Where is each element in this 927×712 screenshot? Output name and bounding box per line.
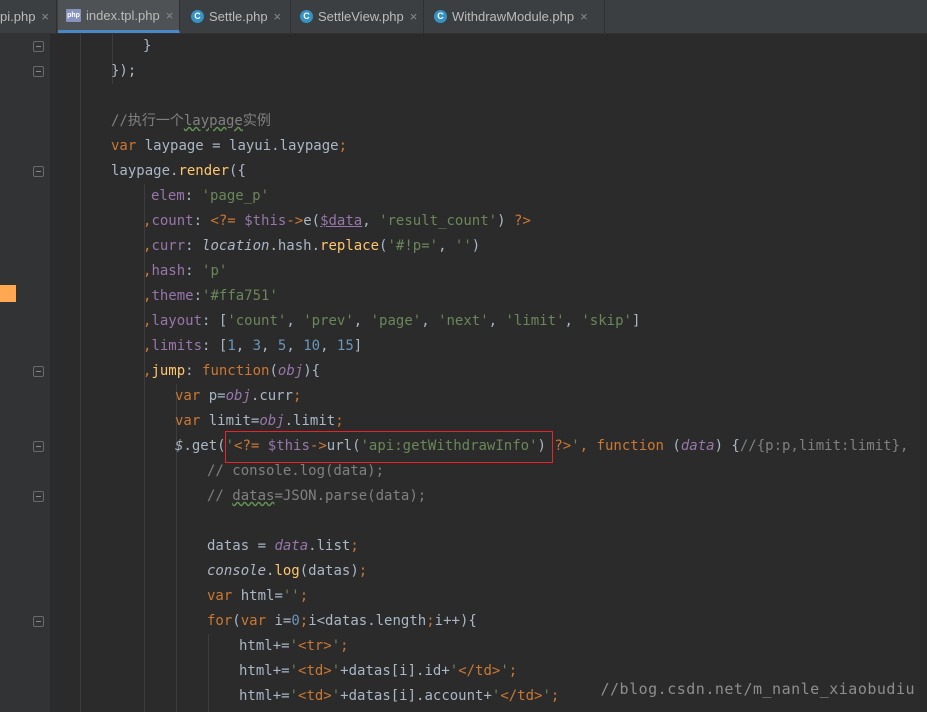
highlight-box bbox=[225, 431, 553, 463]
fold-marker[interactable] bbox=[33, 491, 44, 502]
bookmark-marker[interactable] bbox=[0, 285, 16, 302]
code-line: for(var i=0;i<datas.length;i++){ bbox=[207, 613, 477, 629]
close-icon[interactable]: × bbox=[166, 8, 174, 23]
code-line: html+='<td>'+datas[i].id+'</td>'; bbox=[239, 663, 518, 679]
close-icon[interactable]: × bbox=[274, 9, 282, 24]
indent-guide bbox=[208, 634, 209, 712]
fold-marker[interactable] bbox=[33, 441, 44, 452]
code-comment: //执行一个laypage实例 bbox=[111, 113, 271, 129]
code-line: var laypage = layui.laypage; bbox=[111, 138, 348, 154]
indent-guide bbox=[80, 34, 81, 712]
code-line: ,limits: [1, 3, 5, 10, 15] bbox=[143, 338, 363, 354]
tab-label: WithdrawModule.php bbox=[452, 9, 575, 24]
tab-withdrawmodule-php[interactable]: C WithdrawModule.php × bbox=[425, 0, 605, 33]
php-class-icon: C bbox=[300, 10, 313, 23]
code-line: ,curr: location.hash.replace('#!p=', '') bbox=[143, 238, 481, 254]
close-icon[interactable]: × bbox=[410, 9, 418, 24]
code-line: ,jump: function(obj){ bbox=[143, 363, 321, 379]
code-line: laypage.render({ bbox=[111, 163, 246, 179]
close-icon[interactable]: × bbox=[41, 9, 49, 24]
watermark-text: //blog.csdn.net/m_nanle_xiaobudiu bbox=[600, 680, 915, 698]
close-icon[interactable]: × bbox=[580, 9, 588, 24]
tab-pi-php[interactable]: pi.php × bbox=[0, 0, 57, 33]
tab-settleview-php[interactable]: C SettleView.php × bbox=[292, 0, 424, 33]
php-class-icon: C bbox=[191, 10, 204, 23]
code-line: datas = data.list; bbox=[207, 538, 359, 554]
code-line: var p=obj.curr; bbox=[175, 388, 302, 404]
code-line: } bbox=[143, 38, 152, 54]
tab-label: pi.php bbox=[0, 9, 36, 24]
code-line: console.log(datas); bbox=[207, 563, 368, 579]
fold-marker[interactable] bbox=[33, 616, 44, 627]
fold-marker[interactable] bbox=[33, 41, 44, 52]
code-line: ,count: <?= $this->e($data, 'result_coun… bbox=[143, 213, 531, 229]
code-line: ,layout: ['count', 'prev', 'page', 'next… bbox=[143, 313, 641, 329]
code-line: html+='<td>'+datas[i].account+'</td>'; bbox=[239, 688, 560, 704]
code-line: var html=''; bbox=[207, 588, 309, 604]
tab-label: Settle.php bbox=[209, 9, 268, 24]
tab-index-tpl-php[interactable]: php index.tpl.php × bbox=[58, 0, 180, 33]
tab-label: SettleView.php bbox=[318, 9, 404, 24]
php-class-icon: C bbox=[434, 10, 447, 23]
code-line: elem: 'page_p' bbox=[151, 188, 270, 204]
fold-marker[interactable] bbox=[33, 166, 44, 177]
tab-label: index.tpl.php bbox=[86, 7, 160, 23]
code-line: ,theme:'#ffa751' bbox=[143, 288, 278, 304]
code-comment: // datas=JSON.parse(data); bbox=[207, 488, 427, 504]
tab-settle-php[interactable]: C Settle.php × bbox=[181, 0, 291, 33]
editor-tab-bar: pi.php × php index.tpl.php × C Settle.ph… bbox=[0, 0, 927, 34]
code-line: ,hash: 'p' bbox=[143, 263, 228, 279]
fold-marker[interactable] bbox=[33, 366, 44, 377]
fold-marker[interactable] bbox=[33, 66, 44, 77]
code-line: html+='<tr>'; bbox=[239, 638, 349, 654]
php-template-icon: php bbox=[66, 8, 81, 22]
code-line: }); bbox=[111, 63, 137, 79]
